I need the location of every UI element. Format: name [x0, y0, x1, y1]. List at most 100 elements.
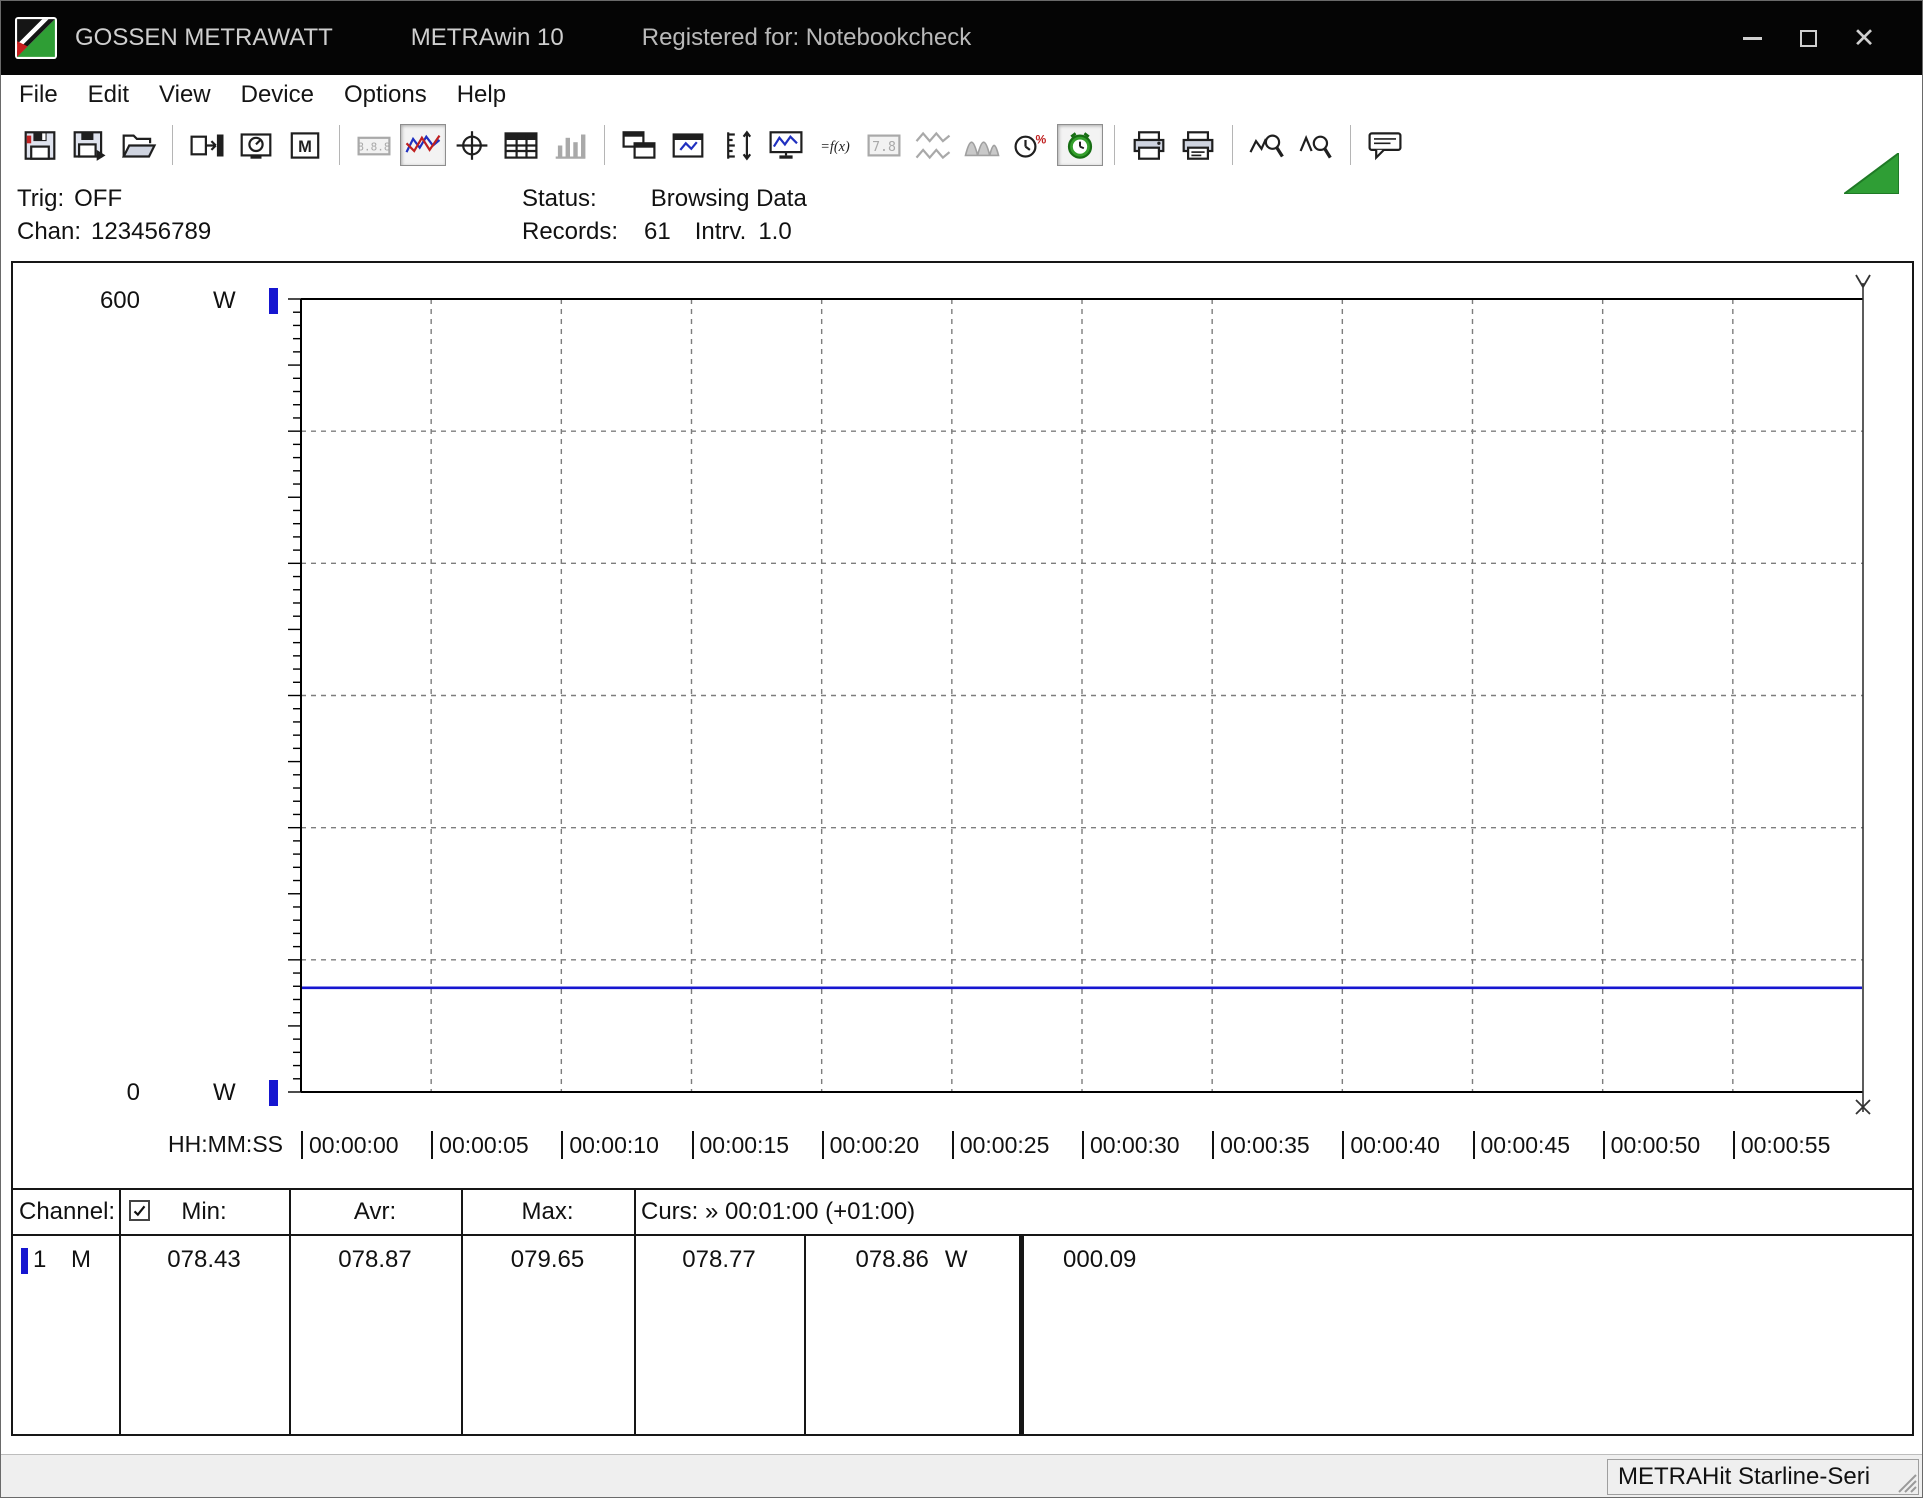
chart-region[interactable]: 600 W 0 W HH:MM:SS 00:00:00 00:00:05 00:…: [13, 263, 1912, 1188]
curve-view-icon: [404, 129, 442, 162]
export-device-button[interactable]: [184, 124, 230, 166]
zoom-amplitude-icon: [1297, 129, 1335, 162]
corner-logo-triangle: [1844, 153, 1899, 194]
annotation-button[interactable]: [1362, 124, 1408, 166]
trigger-status: Trig:OFF: [17, 185, 122, 215]
menu-device[interactable]: Device: [226, 77, 329, 113]
toolbar-separator: [1114, 125, 1115, 165]
xy-view-button[interactable]: [449, 124, 495, 166]
formula-button[interactable]: =f(x): [812, 124, 858, 166]
cell-cursor-right: 078.86W: [804, 1246, 1019, 1274]
export-device-icon: [188, 129, 226, 162]
chart-plot[interactable]: [13, 263, 1912, 1188]
menu-view[interactable]: View: [144, 77, 226, 113]
save-button[interactable]: [17, 124, 63, 166]
device-memory-icon: M: [286, 129, 324, 162]
app-window: GOSSEN METRAWATT METRAwin 10 Registered …: [0, 0, 1923, 1498]
tile-windows-icon: [620, 129, 658, 162]
menu-edit[interactable]: Edit: [73, 77, 144, 113]
table-vline: [119, 1190, 121, 1434]
curve-view-button[interactable]: [400, 124, 446, 166]
save-as-button[interactable]: [66, 124, 112, 166]
cell-channel-mode: M: [71, 1246, 91, 1274]
menu-options[interactable]: Options: [329, 77, 442, 113]
zoom-time-button[interactable]: [1244, 124, 1290, 166]
menu-file[interactable]: File: [4, 77, 73, 113]
device-memory-button[interactable]: M: [282, 124, 328, 166]
titlebar: GOSSEN METRAWATT METRAwin 10 Registered …: [1, 1, 1922, 75]
menu-help[interactable]: Help: [442, 77, 521, 113]
x-tickmark: [1603, 1131, 1605, 1159]
read-device-icon: [237, 129, 275, 162]
intrv-label: Intrv.: [695, 218, 747, 245]
col-header-cursor: Curs: » 00:01:00 (+01:00): [641, 1198, 915, 1226]
tile-windows-button[interactable]: [616, 124, 662, 166]
titlebar-registered: Registered for: Notebookcheck: [642, 24, 972, 52]
titlebar-brand: GOSSEN METRAWATT: [75, 24, 333, 52]
numeric-display-icon: 7.8: [865, 129, 903, 162]
x-tick-6: 00:00:30: [1082, 1131, 1180, 1159]
channel-status: Chan:123456789: [17, 218, 211, 248]
numeric-display-button: 7.8: [861, 124, 907, 166]
axis-scale-icon: [718, 129, 756, 162]
monitor-button[interactable]: [763, 124, 809, 166]
x-tickmark: [561, 1131, 563, 1159]
xy-view-icon: [453, 129, 491, 162]
time-percent-button[interactable]: %: [1008, 124, 1054, 166]
print-button[interactable]: [1126, 124, 1172, 166]
statusbar: METRAHit Starline-Seri: [1, 1454, 1922, 1498]
table-thick-vline: [1019, 1236, 1024, 1434]
annotation-icon: [1366, 129, 1404, 162]
svg-text:7.8: 7.8: [872, 140, 896, 155]
x-tickmark: [1212, 1131, 1214, 1159]
table-vline: [461, 1190, 463, 1434]
print-report-button[interactable]: [1175, 124, 1221, 166]
y-axis-min-row: 0 W: [13, 1079, 1912, 1107]
table-view-button[interactable]: [498, 124, 544, 166]
chart-panel: 600 W 0 W HH:MM:SS 00:00:00 00:00:05 00:…: [11, 261, 1914, 1436]
lcd-display-icon: 8.8.8: [355, 129, 393, 162]
read-device-button[interactable]: [233, 124, 279, 166]
open-button[interactable]: [115, 124, 161, 166]
axis-scale-button[interactable]: [714, 124, 760, 166]
x-tick-9: 00:00:45: [1473, 1131, 1571, 1159]
toolbar-separator: [1232, 125, 1233, 165]
save-as-icon: [70, 129, 108, 162]
save-icon: [21, 129, 59, 162]
svg-text:M: M: [298, 138, 312, 156]
x-tick-8: 00:00:40: [1342, 1131, 1440, 1159]
maximize-button[interactable]: [1780, 1, 1836, 75]
x-tick-7: 00:00:35: [1212, 1131, 1310, 1159]
cell-min: 078.43: [119, 1246, 289, 1274]
timer-button[interactable]: [1057, 124, 1103, 166]
print-icon: [1130, 129, 1168, 162]
new-window-icon: [669, 129, 707, 162]
col-header-avr: Avr:: [289, 1198, 461, 1226]
records-status: Records:61Intrv.1.0: [522, 218, 792, 248]
zoom-amplitude-button[interactable]: [1293, 124, 1339, 166]
channel-row-marker: [21, 1248, 28, 1274]
x-tick-3: 00:00:15: [692, 1131, 790, 1159]
minimize-button[interactable]: [1724, 1, 1780, 75]
split-curves-icon: [914, 129, 952, 162]
cell-unit: W: [945, 1246, 968, 1273]
close-icon: ✕: [1853, 25, 1876, 52]
bar-graph-icon: [551, 129, 589, 162]
app-status: Status:Browsing Data: [522, 185, 807, 215]
col-header-min: Min:: [119, 1198, 289, 1226]
intrv-value: 1.0: [758, 218, 791, 245]
envelope-button: [959, 124, 1005, 166]
new-window-button[interactable]: [665, 124, 711, 166]
envelope-icon: [963, 129, 1001, 162]
trig-label: Trig:: [17, 185, 64, 212]
records-label: Records:: [522, 218, 618, 245]
app-logo-icon: [15, 17, 57, 59]
svg-text:8.8.8: 8.8.8: [357, 140, 390, 153]
table-vline: [634, 1190, 636, 1434]
close-button[interactable]: ✕: [1836, 1, 1892, 75]
resize-grip-icon[interactable]: [1895, 1471, 1917, 1493]
x-tick-1: 00:00:05: [431, 1131, 529, 1159]
cell-max: 079.65: [461, 1246, 634, 1274]
bar-graph-button: [547, 124, 593, 166]
status-value: Browsing Data: [651, 185, 807, 212]
